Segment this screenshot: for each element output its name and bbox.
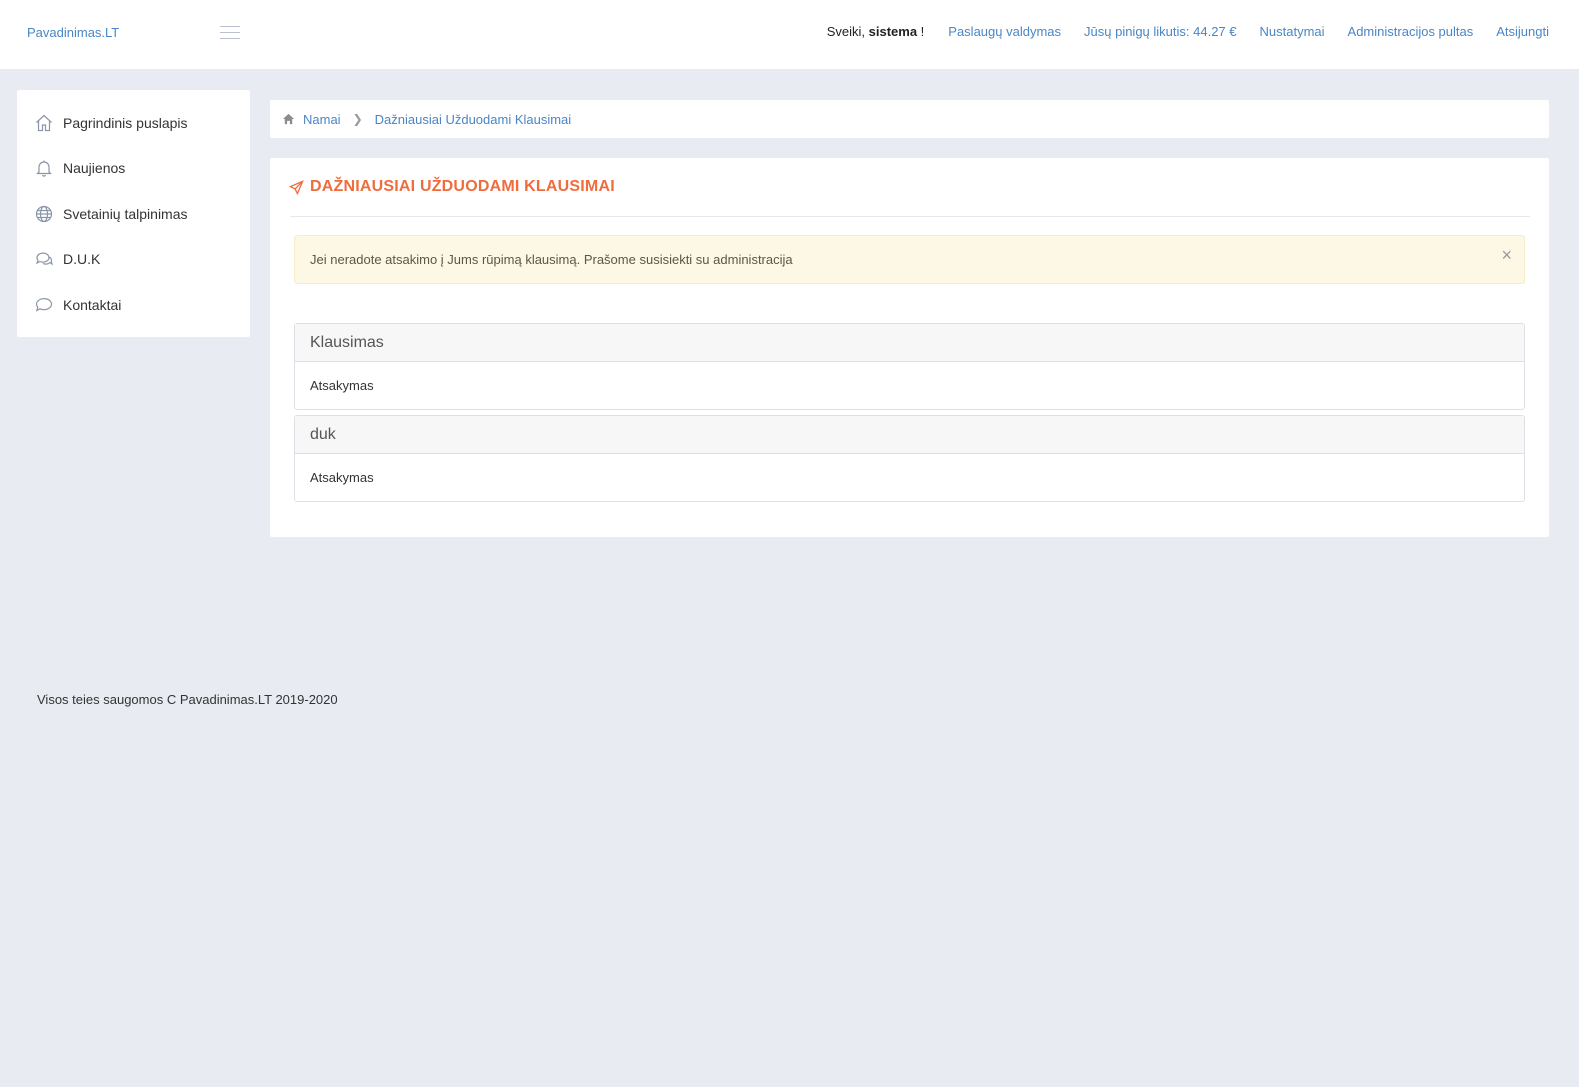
top-nav: Sveiki, sistema ! Paslaugų valdymas Jūsų… bbox=[827, 24, 1549, 39]
page-title-text: DAŽNIAUSIAI UŽDUODAMI KLAUSIMAI bbox=[310, 178, 615, 195]
greeting: Sveiki, sistema ! bbox=[827, 24, 925, 39]
sidebar-item-contacts[interactable]: Kontaktai bbox=[34, 294, 121, 316]
info-alert: Jei neradote atsakimo į Jums rūpimą klau… bbox=[294, 235, 1525, 284]
divider bbox=[290, 216, 1530, 217]
faq-question[interactable]: duk bbox=[295, 416, 1524, 454]
sidebar-item-label: D.U.K bbox=[63, 251, 101, 267]
breadcrumb-current[interactable]: Dažniausiai Užduodami Klausimai bbox=[375, 112, 572, 127]
faq-question[interactable]: Klausimas bbox=[295, 324, 1524, 362]
chevron-right-icon: ❯ bbox=[352, 112, 363, 126]
nav-settings-link[interactable]: Nustatymai bbox=[1260, 24, 1325, 39]
faq-answer: Atsakymas bbox=[310, 378, 374, 393]
top-navbar: Pavadinimas.LT Sveiki, sistema ! Paslaug… bbox=[0, 0, 1579, 69]
brand-link[interactable]: Pavadinimas.LT bbox=[27, 25, 119, 40]
alert-message: Jei neradote atsakimo į Jums rūpimą klau… bbox=[310, 252, 793, 267]
breadcrumb: Namai ❯ Dažniausiai Užduodami Klausimai bbox=[270, 100, 1549, 138]
page-title: DAŽNIAUSIAI UŽDUODAMI KLAUSIMAI bbox=[289, 178, 615, 196]
nav-services-link[interactable]: Paslaugų valdymas bbox=[948, 24, 1061, 39]
paper-plane-icon bbox=[289, 179, 304, 195]
breadcrumb-home-link[interactable]: Namai bbox=[303, 112, 341, 127]
greeting-prefix: Sveiki, bbox=[826, 24, 869, 39]
faq-answer: Atsakymas bbox=[310, 470, 374, 485]
hamburger-menu-icon[interactable] bbox=[220, 26, 240, 39]
sidebar-item-hosting[interactable]: Svetainių talpinimas bbox=[34, 203, 188, 225]
sidebar-item-faq[interactable]: D.U.K bbox=[34, 248, 100, 270]
sidebar-item-home[interactable]: Pagrindinis puslapis bbox=[34, 112, 188, 134]
sidebar: Pagrindinis puslapis Naujienos Svetainių… bbox=[17, 90, 250, 337]
greeting-suffix: ! bbox=[917, 24, 925, 39]
comment-icon bbox=[35, 298, 53, 312]
chat-bubbles-icon bbox=[35, 252, 54, 266]
bell-icon bbox=[36, 160, 52, 177]
sidebar-item-label: Pagrindinis puslapis bbox=[63, 115, 188, 131]
username: sistema bbox=[868, 24, 918, 39]
globe-icon bbox=[35, 205, 53, 223]
home-icon bbox=[36, 114, 52, 132]
faq-item: Klausimas Atsakymas bbox=[294, 323, 1525, 410]
home-icon bbox=[282, 113, 295, 125]
sidebar-item-label: Svetainių talpinimas bbox=[63, 206, 188, 222]
sidebar-item-news[interactable]: Naujienos bbox=[34, 157, 125, 179]
footer-copyright: Visos teies saugomos C Pavadinimas.LT 20… bbox=[37, 692, 338, 707]
nav-admin-link[interactable]: Administracijos pultas bbox=[1348, 24, 1474, 39]
sidebar-item-label: Kontaktai bbox=[63, 297, 122, 313]
faq-panel: DAŽNIAUSIAI UŽDUODAMI KLAUSIMAI Jei nera… bbox=[270, 158, 1549, 537]
close-icon[interactable]: × bbox=[1501, 245, 1512, 266]
sidebar-item-label: Naujienos bbox=[63, 160, 126, 176]
faq-item: duk Atsakymas bbox=[294, 415, 1525, 502]
nav-logout-link[interactable]: Atsijungti bbox=[1496, 24, 1549, 39]
nav-balance-link[interactable]: Jūsų pinigų likutis: 44.27 € bbox=[1084, 24, 1236, 39]
